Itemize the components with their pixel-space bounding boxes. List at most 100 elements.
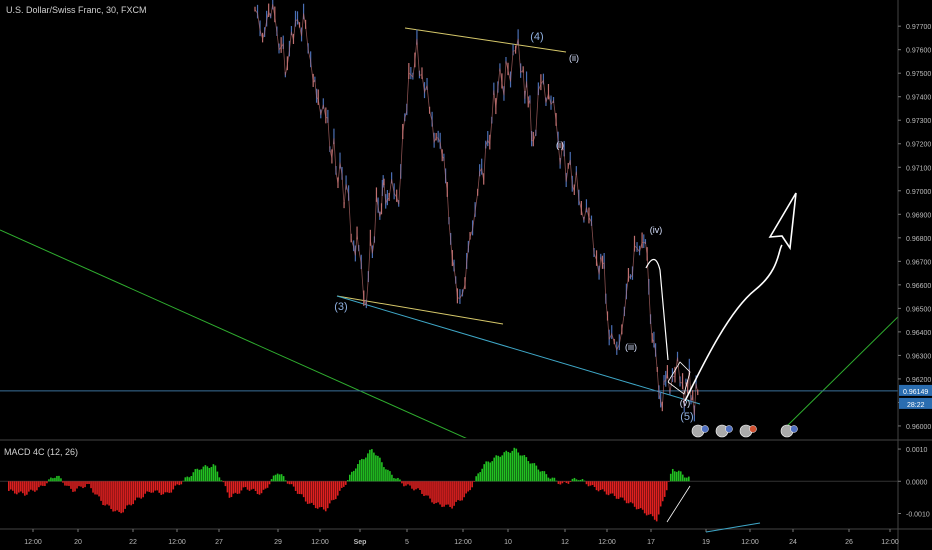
macd-bar: [619, 481, 622, 498]
macd-bar: [294, 481, 297, 491]
macd-bar: [389, 471, 391, 482]
macd-bar: [8, 481, 10, 491]
macd-bar: [433, 481, 435, 504]
macd-bar: [80, 481, 82, 487]
macd-bar: [98, 481, 100, 497]
price-tick-label: 0.96700: [906, 259, 931, 266]
macd-bar: [507, 451, 510, 482]
macd-bar: [176, 481, 179, 485]
macd-bar: [284, 480, 287, 482]
macd-bar: [373, 452, 375, 482]
macd-bar: [665, 481, 668, 491]
macd-bar: [132, 481, 134, 505]
macd-bar: [310, 481, 313, 503]
macd-bar: [220, 480, 223, 482]
macd-bar: [487, 461, 490, 482]
macd-bar: [304, 481, 307, 502]
macd-bar: [200, 469, 203, 482]
macd-bar: [429, 481, 431, 499]
macd-bar: [511, 450, 514, 482]
macd-bar: [517, 452, 520, 482]
macd-bar: [100, 481, 102, 501]
macd-bar: [409, 481, 411, 486]
macd-bar: [44, 481, 46, 486]
macd-bar: [48, 479, 50, 482]
macd-bar: [224, 481, 227, 487]
macd-bar: [383, 467, 385, 482]
macd-bar: [56, 475, 58, 482]
macd-bar: [246, 481, 249, 490]
macd-bar: [529, 463, 532, 482]
macd-bar: [531, 463, 534, 482]
macd-bar: [371, 449, 373, 482]
macd-bar: [461, 481, 463, 501]
macd-bar: [66, 481, 68, 486]
macd-bar: [431, 481, 433, 503]
time-tick-label: 12:00: [881, 539, 899, 546]
time-tick-label: 20: [74, 539, 82, 546]
macd-bar: [214, 465, 217, 482]
macd-bar: [633, 481, 636, 507]
trading-chart[interactable]: (3) (4) (5) (i) (ii) (iii) (iv) (v) 0.97700 0.97…: [0, 0, 932, 550]
macd-bar: [445, 481, 447, 505]
macd-bar: [282, 476, 285, 482]
macd-bar: [449, 481, 451, 507]
macd-bar: [585, 481, 588, 485]
macd-bar: [555, 480, 558, 482]
macd-bar: [296, 481, 299, 494]
macd-bar: [623, 481, 626, 501]
macd-bar: [391, 474, 393, 482]
event-badge-icon: [725, 425, 733, 433]
macd-bar: [411, 481, 413, 489]
macd-bar: [597, 481, 600, 492]
macd-bar: [50, 477, 52, 482]
price-tick-label: 0.97400: [906, 95, 931, 102]
macd-bar: [569, 481, 572, 482]
macd-bar: [361, 458, 363, 482]
macd-bar: [210, 466, 213, 482]
macd-bar: [677, 470, 680, 482]
macd-bar: [266, 481, 269, 488]
macd-title: MACD 4C (12, 26): [4, 447, 79, 457]
time-tick-label: 27: [215, 539, 223, 546]
macd-trend-line: [705, 522, 761, 533]
macd-bar: [260, 481, 263, 494]
macd-bar: [611, 481, 614, 494]
macd-bar: [363, 459, 365, 482]
macd-bar: [172, 481, 175, 490]
macd-bar: [551, 477, 554, 482]
time-tick-label: 17: [647, 539, 655, 546]
macd-bar: [252, 481, 255, 489]
macd-bar: [72, 481, 74, 492]
macd-bar: [122, 481, 124, 513]
macd-bar: [589, 481, 592, 486]
macd-bar: [647, 481, 650, 515]
macd-bar: [673, 471, 676, 482]
macd-bar: [651, 481, 654, 517]
macd-bar: [475, 476, 477, 482]
macd-bar: [379, 457, 381, 482]
macd-bar: [567, 481, 570, 484]
macd-bar: [272, 475, 275, 482]
macd-bar: [667, 481, 670, 482]
macd-bar: [615, 481, 618, 499]
macd-bar: [403, 481, 405, 487]
macd-bar: [192, 472, 195, 482]
macd-bar: [268, 481, 271, 485]
macd-pane[interactable]: [0, 447, 898, 523]
price-tick-label: 0.97300: [906, 118, 931, 125]
macd-bar: [74, 481, 76, 492]
green-trendline-right: [784, 316, 898, 429]
macd-bar: [314, 481, 317, 509]
macd-bar: [206, 466, 209, 482]
macd-bar: [549, 478, 552, 482]
macd-bar: [401, 481, 403, 484]
macd-bar: [557, 481, 560, 484]
macd-bar: [186, 476, 189, 482]
price-pane[interactable]: (3) (4) (5) (i) (ii) (iii) (iv) (v): [0, 0, 910, 440]
macd-bar: [477, 473, 479, 482]
macd-bar: [262, 481, 265, 490]
macd-bar: [36, 481, 38, 491]
macd-bar: [180, 481, 183, 485]
macd-bar: [316, 481, 319, 509]
